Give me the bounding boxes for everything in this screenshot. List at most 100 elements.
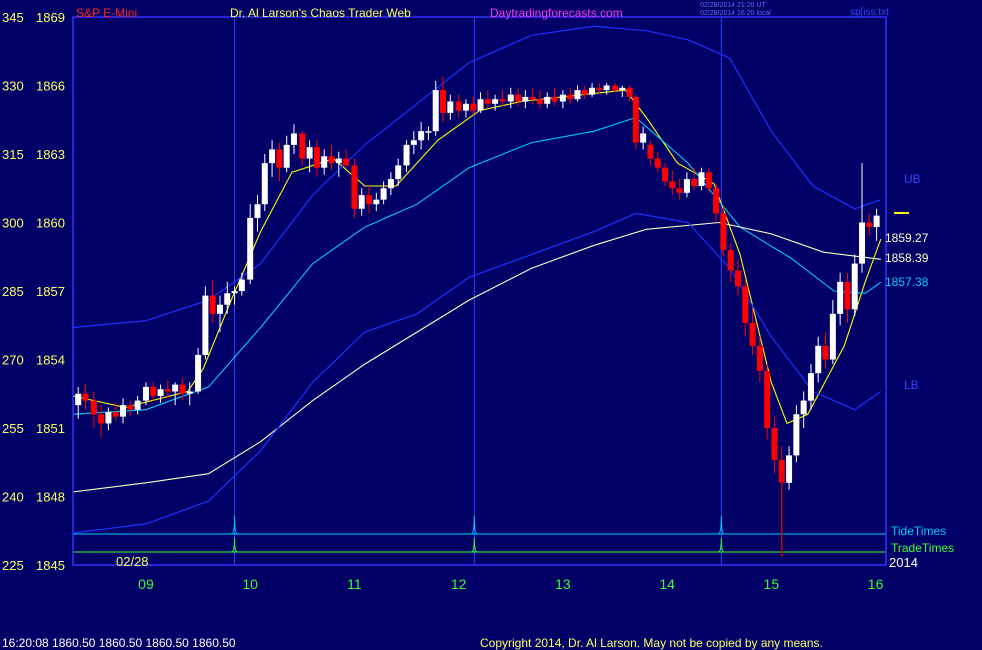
y-tick-left: 285 <box>2 284 24 299</box>
y-tick-left: 225 <box>2 558 24 573</box>
candle-body <box>299 133 306 159</box>
last-quote: 16:20:08 1860.50 1860.50 1860.50 1860.50 <box>2 636 236 650</box>
y-tick-left: 330 <box>2 79 24 94</box>
candle-body <box>328 156 335 164</box>
candle-body <box>269 149 276 164</box>
x-tick-label: 11 <box>347 576 362 592</box>
candle-body <box>142 386 149 401</box>
candle-body <box>574 90 581 100</box>
y-tick-left: 345 <box>2 10 24 25</box>
candle-body <box>742 286 749 323</box>
candle-body <box>596 87 603 91</box>
candle-body <box>75 393 82 406</box>
y-tick-left: 315 <box>2 147 24 162</box>
x-tick-label: 12 <box>451 576 467 592</box>
candle-body <box>749 322 756 346</box>
candle-body <box>654 158 661 168</box>
y-tick-price: 1845 <box>36 558 65 573</box>
candle-body <box>90 400 97 415</box>
candle-body <box>216 304 223 314</box>
candle-body <box>492 99 499 104</box>
timestamp-ut: 02/28/2014 21:20 UT <box>700 2 766 9</box>
x-tick-label: 09 <box>138 576 154 592</box>
candle-body <box>343 158 350 166</box>
candle <box>851 254 858 317</box>
candle-body <box>859 222 866 264</box>
candle-body <box>425 131 432 133</box>
candle-body <box>698 172 705 186</box>
candle-body <box>822 345 829 360</box>
candle-body <box>403 144 410 166</box>
candle-body <box>224 293 231 305</box>
y-tick-price: 1848 <box>36 490 65 505</box>
data-file-label: sp[iss.txt <box>850 7 889 18</box>
x-tick-label: 14 <box>659 576 675 592</box>
candle-body <box>837 281 844 314</box>
candle-body <box>238 279 245 291</box>
candle-body <box>380 188 387 200</box>
candle-body <box>626 87 633 97</box>
candle-body <box>387 179 394 189</box>
mid-ma-value: 1857.38 <box>885 275 929 289</box>
candle-body <box>771 428 778 460</box>
candle-body <box>662 167 669 182</box>
candle-body <box>866 222 873 228</box>
candle-body <box>164 389 171 392</box>
y-tick-price: 1869 <box>36 10 65 25</box>
y-tick-left: 255 <box>2 421 24 436</box>
trade-times-label: TradeTimes <box>891 541 954 555</box>
candle-body <box>815 345 822 374</box>
candle-body <box>127 405 134 410</box>
candle-body <box>691 179 698 186</box>
candle-body <box>202 295 209 355</box>
author-label: Dr. Al Larson's Chaos Trader Web <box>230 6 411 20</box>
candle-body <box>231 291 238 294</box>
y-tick-price: 1860 <box>36 216 65 231</box>
lower-band-label: LB <box>904 378 919 392</box>
candle-body <box>559 94 566 102</box>
instrument-label: S&P E-Mini <box>76 6 137 20</box>
y-tick-price: 1854 <box>36 353 65 368</box>
candle-body <box>676 188 683 193</box>
candle-body <box>432 90 439 132</box>
y-tick-price: 1851 <box>36 421 65 436</box>
candle-body <box>455 101 462 111</box>
tide-times-label: TideTimes <box>891 524 946 538</box>
candle-body <box>120 405 127 417</box>
candle-body <box>105 412 112 424</box>
candle-body <box>276 149 283 168</box>
candle-body <box>800 400 807 415</box>
candle <box>195 348 202 394</box>
candle-body <box>734 270 741 287</box>
candle-body <box>335 158 342 164</box>
candle-body <box>134 400 141 410</box>
candle-body <box>82 393 89 401</box>
candle-body <box>358 195 365 209</box>
candle-body <box>172 384 179 392</box>
candle-body <box>669 181 676 189</box>
candle-body <box>705 172 712 189</box>
candle-body <box>306 147 313 159</box>
candle-body <box>157 389 164 397</box>
candle-body <box>209 295 216 314</box>
timestamp-local: 02/28/2014 16:20 local <box>700 10 771 17</box>
candle-body <box>756 345 763 371</box>
candle-body <box>447 101 454 113</box>
y-tick-left: 240 <box>2 490 24 505</box>
candle-body <box>440 90 447 113</box>
candle-body <box>261 163 268 205</box>
site-link[interactable]: Daytradingforecasts.com <box>490 6 623 20</box>
candle-body <box>829 313 836 360</box>
candle-body <box>98 414 105 424</box>
candle-body <box>150 386 157 397</box>
candle-body <box>179 384 186 394</box>
candle-body <box>536 99 543 104</box>
candle-body <box>786 455 793 483</box>
upper-band-label: UB <box>904 172 921 186</box>
candle-body <box>567 94 574 100</box>
candle-body <box>395 165 402 180</box>
candle-body <box>873 215 880 228</box>
candle-body <box>612 85 618 91</box>
candle-body <box>603 85 610 91</box>
candle-body <box>844 281 851 310</box>
